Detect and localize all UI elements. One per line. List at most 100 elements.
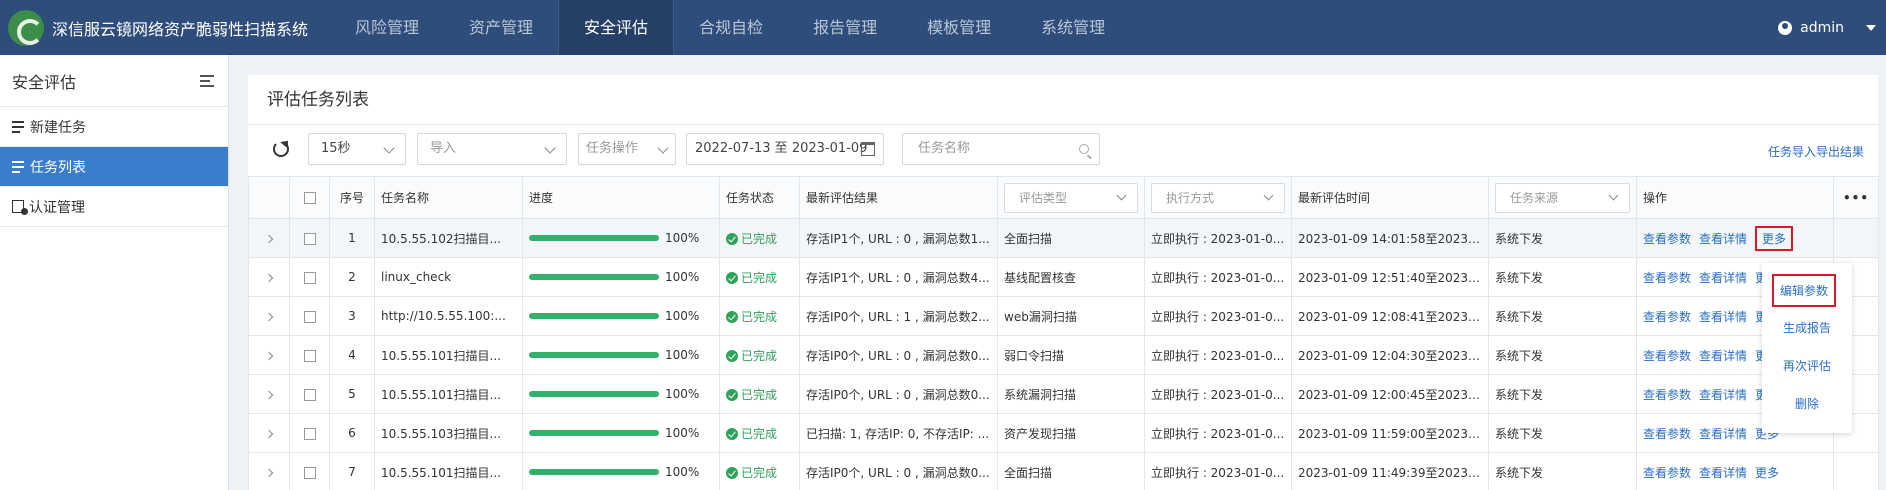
- row-checkbox[interactable]: [303, 388, 316, 401]
- chevron-right-icon[interactable]: [264, 429, 274, 439]
- view-detail-link[interactable]: 查看详情: [1699, 271, 1747, 285]
- menu-item-re-evaluate[interactable]: 再次评估: [1762, 357, 1852, 374]
- latest-result: 存活IP0个, URL : 1 , 漏洞总数2...: [799, 296, 998, 336]
- table-row[interactable]: 2 linux_check 100% 已完成 存活IP1个, URL : 0 , 漏洞总…: [248, 257, 1879, 297]
- task-table: 序号 任务名称 进度 任务状态 最新评估结果 评估类型 执行方式 最新评估时间 …: [248, 176, 1879, 490]
- table-row[interactable]: 3 http://10.5.55.100:... 100% 已完成 存活IP0个, UR…: [248, 296, 1879, 336]
- chevron-right-icon[interactable]: [264, 312, 274, 322]
- view-detail-link[interactable]: 查看详情: [1699, 466, 1747, 480]
- row-checkbox[interactable]: [303, 232, 316, 245]
- progress-bar: [529, 391, 659, 398]
- assessment-type-filter[interactable]: 评估类型: [1004, 182, 1138, 213]
- list-add-icon: [12, 120, 26, 133]
- view-params-link[interactable]: 查看参数: [1643, 349, 1691, 363]
- view-params-link[interactable]: 查看参数: [1643, 466, 1691, 480]
- task-name-search-input[interactable]: 任务名称: [902, 133, 1100, 165]
- nav-risk-management[interactable]: 风险管理: [330, 0, 444, 55]
- select-all-checkbox[interactable]: [303, 192, 316, 204]
- latest-time: 2023-01-09 14:01:58至2023-0...: [1291, 218, 1489, 258]
- import-export-results-link[interactable]: 任务导入导出结果: [1768, 143, 1864, 160]
- chevron-right-icon[interactable]: [264, 273, 274, 283]
- chevron-right-icon[interactable]: [264, 234, 274, 244]
- assessment-type-placeholder: 评估类型: [1019, 190, 1068, 205]
- user-icon: [1778, 20, 1793, 35]
- latest-time: 2023-01-09 11:59:00至2023-0...: [1291, 413, 1489, 453]
- chevron-right-icon[interactable]: [264, 390, 274, 400]
- nav-asset-management[interactable]: 资产管理: [444, 0, 558, 55]
- latest-result: 存活IP0个, URL : 0 , 漏洞总数0...: [799, 452, 998, 490]
- execution-mode: 立即执行 : 2023-01-0...: [1144, 374, 1292, 414]
- table-row[interactable]: 5 10.5.55.101扫描目... 100% 已完成 存活IP0个, URL : 0…: [248, 374, 1879, 414]
- nav-security-assessment[interactable]: 安全评估: [558, 0, 675, 55]
- task-source-filter[interactable]: 任务来源: [1495, 182, 1630, 213]
- task-source: 系统下发: [1488, 374, 1637, 414]
- row-checkbox[interactable]: [303, 271, 316, 284]
- row-index: 2: [329, 257, 375, 297]
- view-params-link[interactable]: 查看参数: [1643, 388, 1691, 402]
- table-row[interactable]: 6 10.5.55.103扫描目... 100% 已完成 已扫描: 1, 存活IP: 0…: [248, 413, 1879, 453]
- check-circle-icon: [726, 350, 738, 362]
- expand-cell: [248, 335, 290, 375]
- app-title: 深信服云镜网络资产脆弱性扫描系统: [52, 19, 309, 39]
- latest-result: 存活IP1个, URL : 0 , 漏洞总数1...: [799, 218, 998, 258]
- menu-item-edit-params[interactable]: 编辑参数: [1772, 274, 1836, 307]
- sidebar-item-task-list[interactable]: 任务列表: [0, 147, 228, 187]
- task-name-placeholder: 任务名称: [918, 141, 971, 156]
- app-logo: 深信服云镜网络资产脆弱性扫描系统: [0, 9, 330, 46]
- view-detail-link[interactable]: 查看详情: [1699, 427, 1747, 441]
- view-params-link[interactable]: 查看参数: [1643, 310, 1691, 324]
- row-checkbox[interactable]: [303, 466, 316, 479]
- header-status: 任务状态: [719, 176, 800, 219]
- progress-text: 100%: [665, 426, 700, 441]
- nav-compliance-check[interactable]: 合规自检: [674, 0, 788, 55]
- menu-item-delete[interactable]: 删除: [1762, 395, 1852, 412]
- header-source-cell: 任务来源: [1488, 176, 1637, 219]
- view-params-link[interactable]: 查看参数: [1643, 232, 1691, 246]
- progress-fill: [529, 469, 659, 476]
- row-checkbox[interactable]: [303, 349, 316, 362]
- row-checkbox[interactable]: [303, 427, 316, 440]
- sidebar: 安全评估 新建任务 任务列表 认证管理: [0, 55, 229, 490]
- refresh-icon[interactable]: [272, 140, 290, 158]
- header-column-settings[interactable]: •••: [1833, 176, 1879, 219]
- menu-item-generate-report[interactable]: 生成报告: [1762, 319, 1852, 336]
- check-circle-icon: [726, 467, 738, 479]
- status-cell: 已完成: [719, 413, 800, 453]
- chevron-right-icon[interactable]: [264, 351, 274, 361]
- row-checkbox[interactable]: [303, 310, 316, 323]
- nav-template-management[interactable]: 模板管理: [902, 0, 1016, 55]
- status-badge: 已完成: [741, 309, 778, 324]
- task-source: 系统下发: [1488, 452, 1637, 490]
- calendar-icon: [861, 142, 875, 156]
- view-detail-link[interactable]: 查看详情: [1699, 232, 1747, 246]
- nav-system-management[interactable]: 系统管理: [1016, 0, 1130, 55]
- view-params-link[interactable]: 查看参数: [1643, 427, 1691, 441]
- more-actions-button[interactable]: 更多: [1755, 225, 1794, 251]
- view-params-link[interactable]: 查看参数: [1643, 271, 1691, 285]
- table-row[interactable]: 4 10.5.55.101扫描目... 100% 已完成 存活IP0个, URL : 0…: [248, 335, 1879, 375]
- sidebar-item-new-task[interactable]: 新建任务: [0, 107, 228, 147]
- progress-bar: [529, 352, 659, 359]
- progress-cell: 100%: [522, 374, 720, 414]
- sidebar-item-label: 任务列表: [30, 159, 86, 176]
- view-detail-link[interactable]: 查看详情: [1699, 310, 1747, 324]
- view-detail-link[interactable]: 查看详情: [1699, 388, 1747, 402]
- user-menu[interactable]: admin: [1778, 0, 1876, 55]
- assessment-type: web漏洞扫描: [997, 296, 1145, 336]
- refresh-interval-select[interactable]: 15秒: [308, 133, 406, 165]
- more-actions-button[interactable]: 更多: [1755, 464, 1779, 481]
- view-detail-link[interactable]: 查看详情: [1699, 349, 1747, 363]
- certificate-icon: [12, 200, 28, 215]
- progress-bar: [529, 313, 659, 320]
- import-select[interactable]: 导入: [417, 133, 567, 165]
- task-name: linux_check: [374, 257, 523, 297]
- sidebar-item-auth-management[interactable]: 认证管理: [0, 187, 228, 227]
- nav-report-management[interactable]: 报告管理: [788, 0, 902, 55]
- table-row[interactable]: 7 10.5.55.101扫描目... 100% 已完成 存活IP0个, URL : 0…: [248, 452, 1879, 490]
- execution-mode-filter[interactable]: 执行方式: [1151, 182, 1285, 213]
- chevron-right-icon[interactable]: [264, 468, 274, 478]
- table-row[interactable]: 1 10.5.55.102扫描目... 100% 已完成 存活IP1个, URL : 0…: [248, 218, 1879, 258]
- date-range-picker[interactable]: 2022-07-13 至 2023-01-09: [686, 133, 884, 165]
- task-action-select[interactable]: 任务操作: [578, 133, 676, 165]
- menu-collapse-icon[interactable]: [200, 74, 216, 87]
